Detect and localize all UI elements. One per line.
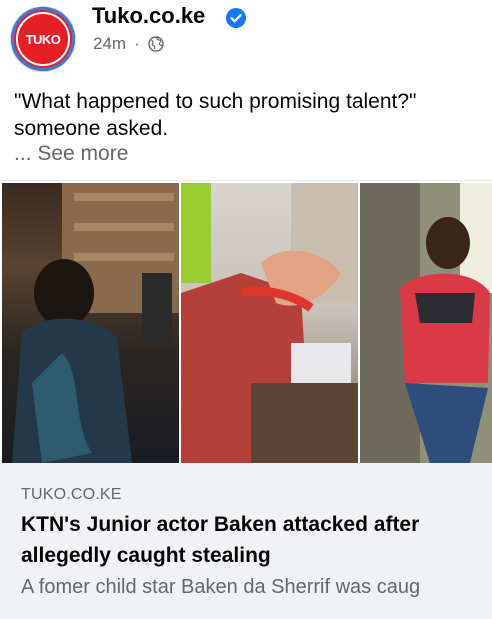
post-body-text: "What happened to such promising talent?… bbox=[14, 90, 417, 140]
photo-left[interactable] bbox=[2, 183, 179, 463]
page-name-link[interactable]: Tuko.co.ke bbox=[92, 3, 205, 29]
post-header: TUKO Tuko.co.ke 24m · bbox=[0, 0, 492, 72]
link-description: A fomer child star Baken da Sherrif was … bbox=[21, 576, 421, 598]
post-meta: 24m · bbox=[93, 34, 164, 54]
photo-left-art bbox=[12, 183, 179, 463]
link-headline[interactable]: KTN's Junior actor Baken attacked after … bbox=[21, 509, 481, 571]
post-timestamp[interactable]: 24m bbox=[93, 34, 126, 54]
photo-collage[interactable] bbox=[0, 180, 492, 464]
globe-icon[interactable] bbox=[148, 36, 164, 52]
photo-right[interactable] bbox=[360, 183, 492, 463]
photo-right-art bbox=[360, 183, 492, 463]
tuko-logo: TUKO bbox=[25, 32, 61, 47]
photo-middle[interactable] bbox=[181, 183, 358, 463]
see-more-link[interactable]: ... See more bbox=[14, 142, 128, 166]
photo-middle-art bbox=[181, 183, 358, 463]
link-source-domain: TUKO.CO.KE bbox=[21, 486, 122, 503]
verified-badge-icon bbox=[226, 8, 246, 28]
meta-separator: · bbox=[134, 34, 140, 53]
page-avatar[interactable]: TUKO bbox=[11, 7, 75, 71]
avatar-logo-ring: TUKO bbox=[16, 12, 70, 66]
